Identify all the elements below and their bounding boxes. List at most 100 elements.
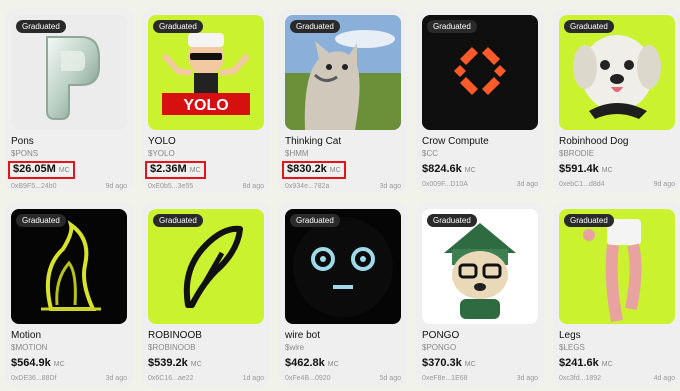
market-cap-label: MC bbox=[601, 361, 613, 368]
token-card-robinoob[interactable]: Graduated ROBINOOB $ROBINOOB $539.2k MC 0… bbox=[142, 202, 270, 386]
token-card-pons[interactable]: Graduated Pons $PONS $26.05M MC 0xB9F5...… bbox=[5, 8, 133, 192]
graduated-badge: Graduated bbox=[564, 214, 614, 227]
token-ticker: $YOLO bbox=[148, 149, 175, 158]
token-name: Legs bbox=[559, 330, 581, 341]
market-cap-value: $370.3k bbox=[422, 357, 462, 369]
token-footer: 0xB9F5...24b0 9d ago bbox=[11, 182, 127, 191]
market-cap-row: $462.8k MC bbox=[285, 355, 401, 371]
token-image: Graduated bbox=[559, 15, 675, 130]
token-grid: Graduated Pons $PONS $26.05M MC 0xB9F5...… bbox=[5, 8, 680, 386]
token-image: Graduated bbox=[559, 209, 675, 324]
token-footer: 0xE0b5...3e55 8d ago bbox=[148, 182, 264, 191]
token-ticker: $wire bbox=[285, 343, 305, 352]
token-name: wire bot bbox=[285, 330, 321, 341]
token-footer: 0x934e...782a 3d ago bbox=[285, 182, 401, 191]
token-image: Graduated bbox=[148, 209, 264, 324]
token-card-robinhood-dog[interactable]: Graduated Robinhood Dog $BRODIE $591.4k M… bbox=[553, 8, 680, 192]
token-image: Graduated bbox=[422, 15, 538, 130]
market-cap-label: MC bbox=[190, 361, 202, 368]
market-cap-highlight: $591.4k MC bbox=[559, 161, 613, 177]
market-cap-highlight: $241.6k MC bbox=[559, 355, 613, 371]
token-name: Pons bbox=[11, 136, 34, 147]
token-footer: 0xebC1...d8d4 9d ago bbox=[559, 180, 675, 189]
token-image: Graduated bbox=[285, 209, 401, 324]
token-age: 3d ago bbox=[379, 183, 401, 190]
token-card-crow-compute[interactable]: Graduated Crow Compute $CC $824.6k MC 0x0… bbox=[416, 8, 544, 192]
market-cap-highlight: $26.05M MC bbox=[8, 161, 75, 179]
token-ticker: $PONGO bbox=[422, 343, 457, 352]
market-cap-value: $824.6k bbox=[422, 163, 462, 175]
token-age: 9d ago bbox=[653, 181, 675, 188]
graduated-badge: Graduated bbox=[290, 214, 340, 227]
market-cap-row: $591.4k MC bbox=[559, 161, 675, 177]
contract-address: 0x009F...D10A bbox=[422, 181, 468, 188]
token-image: Graduated bbox=[285, 15, 401, 130]
token-age: 3d ago bbox=[516, 375, 538, 382]
graduated-badge: Graduated bbox=[427, 214, 477, 227]
market-cap-row: $824.6k MC bbox=[422, 161, 538, 177]
token-ticker: $HMM bbox=[285, 149, 309, 158]
token-age: 9d ago bbox=[105, 183, 127, 190]
token-footer: 0x009F...D10A 3d ago bbox=[422, 180, 538, 189]
graduated-badge: Graduated bbox=[16, 214, 66, 227]
market-cap-highlight: $370.3k MC bbox=[422, 355, 476, 371]
market-cap-label: MC bbox=[58, 167, 70, 174]
market-cap-label: MC bbox=[327, 361, 339, 368]
token-card-thinking-cat[interactable]: Graduated Thinking Cat $HMM $830.2k MC 0x… bbox=[279, 8, 407, 192]
token-image: YOLO Graduated bbox=[148, 15, 264, 130]
token-name: Crow Compute bbox=[422, 136, 489, 147]
market-cap-value: $564.9k bbox=[11, 357, 51, 369]
market-cap-highlight: $824.6k MC bbox=[422, 161, 476, 177]
market-cap-row: $2.36M MC bbox=[145, 161, 264, 179]
market-cap-value: $591.4k bbox=[559, 163, 599, 175]
token-name: Motion bbox=[11, 330, 42, 341]
token-ticker: $ROBINOOB bbox=[148, 343, 196, 352]
market-cap-row: $830.2k MC bbox=[282, 161, 401, 179]
graduated-badge: Graduated bbox=[290, 20, 340, 33]
token-image: Graduated bbox=[11, 209, 127, 324]
token-card-pongo[interactable]: Graduated PONGO $PONGO $370.3k MC 0xeF8e.… bbox=[416, 202, 544, 386]
market-cap-highlight: $462.8k MC bbox=[285, 355, 339, 371]
contract-address: 0x934e...782a bbox=[285, 183, 330, 190]
token-ticker: $CC bbox=[422, 149, 439, 158]
market-cap-value: $462.8k bbox=[285, 357, 325, 369]
market-cap-highlight: $2.36M MC bbox=[145, 161, 206, 179]
token-footer: 0xFe4B...0920 5d ago bbox=[285, 374, 401, 383]
market-cap-row: $241.6k MC bbox=[559, 355, 675, 371]
contract-address: 0xebC1...d8d4 bbox=[559, 181, 605, 188]
token-image: Graduated bbox=[422, 209, 538, 324]
graduated-badge: Graduated bbox=[153, 20, 203, 33]
market-cap-highlight: $830.2k MC bbox=[282, 161, 346, 179]
token-age: 1d ago bbox=[242, 375, 264, 382]
token-card-wire-bot[interactable]: Graduated wire bot $wire $462.8k MC 0xFe4… bbox=[279, 202, 407, 386]
token-name: ROBINOOB bbox=[148, 330, 202, 341]
token-footer: 0x6C16...ae22 1d ago bbox=[148, 374, 264, 383]
token-card-yolo[interactable]: YOLO Graduated YOLO $YOLO $2.36M MC 0xE0b5… bbox=[142, 8, 270, 192]
contract-address: 0xB9F5...24b0 bbox=[11, 183, 57, 190]
contract-address: 0x6C16...ae22 bbox=[148, 375, 194, 382]
token-age: 5d ago bbox=[379, 375, 401, 382]
market-cap-row: $539.2k MC bbox=[148, 355, 264, 371]
market-cap-row: $564.9k MC bbox=[11, 355, 127, 371]
market-cap-highlight: $564.9k MC bbox=[11, 355, 65, 371]
contract-address: 0xeF8e...1E68 bbox=[422, 375, 468, 382]
token-footer: 0xeF8e...1E68 3d ago bbox=[422, 374, 538, 383]
contract-address: 0xFe4B...0920 bbox=[285, 375, 331, 382]
token-card-motion[interactable]: Graduated Motion $MOTION $564.9k MC 0xDE3… bbox=[5, 202, 133, 386]
token-ticker: $PONS bbox=[11, 149, 39, 158]
token-age: 4d ago bbox=[653, 375, 675, 382]
token-name: PONGO bbox=[422, 330, 460, 341]
token-image: Graduated bbox=[11, 15, 127, 130]
market-cap-value: $539.2k bbox=[148, 357, 188, 369]
contract-address: 0xDE36...88Df bbox=[11, 375, 57, 382]
market-cap-label: MC bbox=[601, 167, 613, 174]
market-cap-value: $830.2k bbox=[287, 163, 327, 175]
token-age: 3d ago bbox=[105, 375, 127, 382]
token-card-legs[interactable]: Graduated Legs $LEGS $241.6k MC 0xc3fd...… bbox=[553, 202, 680, 386]
token-age: 8d ago bbox=[242, 183, 264, 190]
market-cap-value: $241.6k bbox=[559, 357, 599, 369]
market-cap-label: MC bbox=[53, 361, 65, 368]
token-footer: 0xc3fd...1892 4d ago bbox=[559, 374, 675, 383]
market-cap-label: MC bbox=[329, 167, 341, 174]
token-name: Robinhood Dog bbox=[559, 136, 629, 147]
